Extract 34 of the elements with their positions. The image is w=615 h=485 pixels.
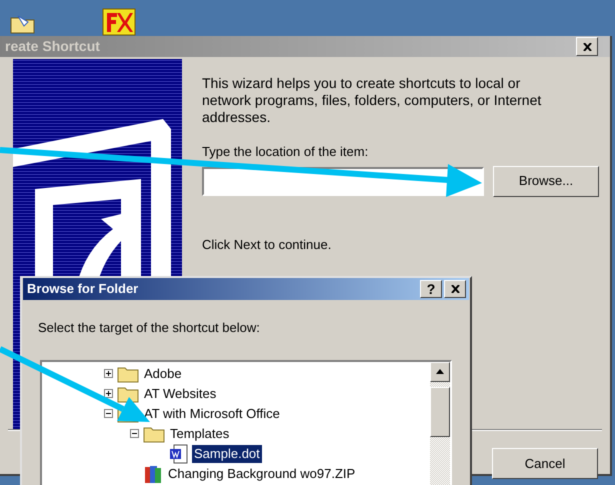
browse-button[interactable]: Browse... xyxy=(493,166,599,196)
wizard-button[interactable]: Cancel xyxy=(492,448,598,479)
intro-text: This wizard helps you to create shortcuts to local or network programs, files, folders, computers, or Internet addresses. xyxy=(202,75,542,126)
folder-icon xyxy=(117,364,139,382)
scroll-up-button[interactable] xyxy=(430,362,450,382)
document-icon xyxy=(169,444,189,464)
tree-item[interactable]: AT with Microsoft Office xyxy=(142,404,282,422)
close-icon xyxy=(582,42,592,50)
window-title: Browse for Folder xyxy=(27,280,138,298)
expand-icon[interactable] xyxy=(104,369,113,378)
tree-item[interactable]: Adobe xyxy=(142,364,184,382)
folder-icon xyxy=(143,424,165,442)
tree-item[interactable]: Templates xyxy=(168,424,232,442)
prompt-text: Select the target of the shortcut below: xyxy=(38,319,261,337)
up-arrow-icon xyxy=(436,369,444,374)
close-icon xyxy=(450,285,460,293)
expand-icon[interactable] xyxy=(104,389,113,398)
location-label: Type the location of the item: xyxy=(202,143,370,161)
desktop-folder-icon[interactable] xyxy=(10,14,36,34)
tree-item[interactable]: AT Websites xyxy=(142,384,218,402)
close-button[interactable] xyxy=(444,280,466,298)
scrollbar[interactable] xyxy=(430,362,450,485)
desktop-app-icon[interactable] xyxy=(102,8,136,36)
scroll-thumb[interactable] xyxy=(430,386,450,436)
tree-item[interactable]: Sample.dot xyxy=(192,444,262,462)
collapse-icon[interactable] xyxy=(104,409,113,418)
window-title: reate Shortcut xyxy=(5,37,100,56)
tree-item[interactable]: Changing Background wo97.ZIP xyxy=(166,464,358,482)
archive-icon xyxy=(143,464,163,482)
collapse-icon[interactable] xyxy=(130,429,139,438)
close-button[interactable] xyxy=(576,37,598,56)
folder-icon xyxy=(117,384,139,402)
continue-hint: Click Next to continue. xyxy=(202,236,332,254)
help-button[interactable]: ? xyxy=(420,280,442,298)
